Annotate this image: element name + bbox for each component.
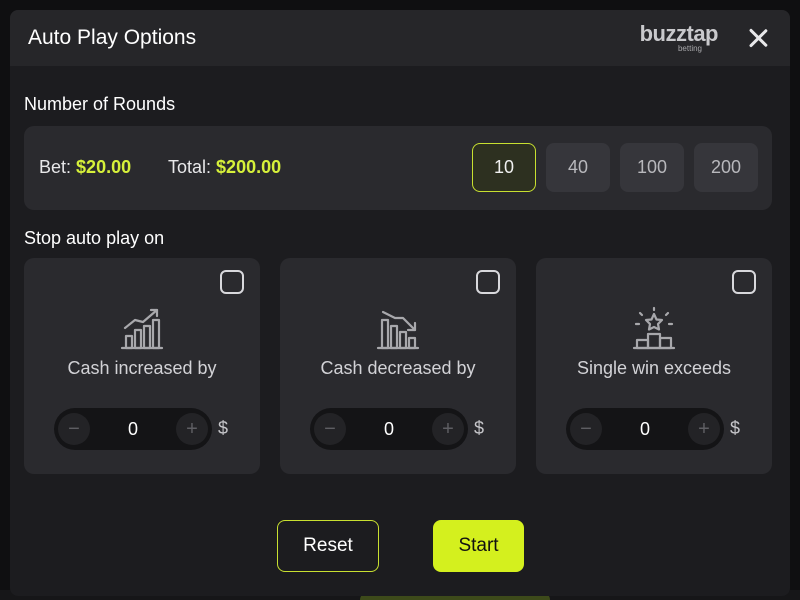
auto-play-modal: Auto Play Options buzztap betting Number… [10, 10, 790, 596]
cash-increased-checkbox[interactable] [220, 270, 244, 294]
bet-label: Bet: [39, 157, 72, 177]
rounds-panel: Bet: $20.00 Total: $200.00 10 40 100 200 [24, 126, 772, 210]
currency-symbol: $ [474, 418, 485, 438]
total-info: Total: $200.00 [168, 157, 281, 178]
cash-increased-title: Cash increased by [67, 358, 217, 378]
start-button[interactable]: Start [433, 520, 524, 572]
single-win-title: Single win exceeds [576, 358, 732, 378]
total-value: $200.00 [216, 157, 282, 177]
cash-increased-value[interactable]: 0 [90, 419, 176, 440]
increment-button[interactable]: + [432, 413, 464, 445]
round-option-200[interactable]: 200 [694, 143, 758, 192]
rounds-section-label: Number of Rounds [24, 94, 176, 114]
round-option-10[interactable]: 10 [472, 143, 536, 192]
currency-symbol: $ [730, 418, 741, 438]
single-win-card: Single win exceeds − 0 + $ [536, 258, 772, 474]
modal-title: Auto Play Options [28, 26, 197, 49]
chart-down-icon [376, 310, 420, 350]
reset-button[interactable]: Reset [277, 520, 379, 572]
round-option-100[interactable]: 100 [620, 143, 684, 192]
cash-decreased-stepper: − 0 + [310, 408, 468, 450]
round-options: 10 40 100 200 [472, 143, 758, 192]
single-win-value[interactable]: 0 [602, 419, 688, 440]
cash-decreased-card: Cash decreased by − 0 + $ [280, 258, 516, 474]
total-label: Total: [168, 157, 212, 177]
podium-star-icon [632, 306, 676, 350]
close-icon[interactable] [746, 26, 770, 50]
currency-symbol: $ [218, 418, 229, 438]
decrement-button[interactable]: − [314, 413, 346, 445]
modal-header: Auto Play Options buzztap betting [10, 10, 790, 66]
stop-section-label: Stop auto play on [24, 228, 165, 248]
increment-button[interactable]: + [688, 413, 720, 445]
bet-value: $20.00 [76, 157, 132, 177]
cash-increased-card: Cash increased by − 0 + $ [24, 258, 260, 474]
cash-decreased-title: Cash decreased by [320, 358, 476, 378]
decrement-button[interactable]: − [58, 413, 90, 445]
brand-tagline: betting [677, 44, 702, 53]
decrement-button[interactable]: − [570, 413, 602, 445]
single-win-checkbox[interactable] [732, 270, 756, 294]
round-option-40[interactable]: 40 [546, 143, 610, 192]
bet-info: Bet: $20.00 [39, 157, 131, 178]
chart-up-icon [120, 308, 164, 350]
cash-decreased-checkbox[interactable] [476, 270, 500, 294]
brand-logo: buzztap betting [639, 21, 719, 53]
stop-conditions: Cash increased by − 0 + $ Cash decreased… [24, 258, 772, 474]
brand-name: buzztap [639, 21, 719, 46]
single-win-stepper: − 0 + [566, 408, 724, 450]
cash-increased-stepper: − 0 + [54, 408, 212, 450]
increment-button[interactable]: + [176, 413, 208, 445]
cash-decreased-value[interactable]: 0 [346, 419, 432, 440]
